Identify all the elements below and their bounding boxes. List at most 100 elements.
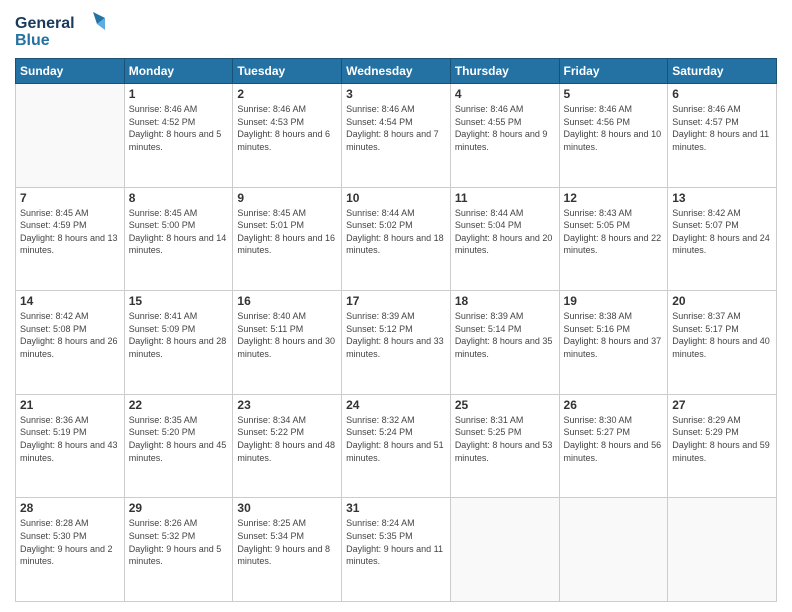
day-number: 30 xyxy=(237,501,337,515)
day-number: 10 xyxy=(346,191,446,205)
day-number: 28 xyxy=(20,501,120,515)
day-info: Sunrise: 8:38 AMSunset: 5:16 PMDaylight:… xyxy=(564,310,664,360)
calendar-cell: 19 Sunrise: 8:38 AMSunset: 5:16 PMDaylig… xyxy=(559,291,668,395)
day-number: 9 xyxy=(237,191,337,205)
calendar-cell: 18 Sunrise: 8:39 AMSunset: 5:14 PMDaylig… xyxy=(450,291,559,395)
calendar-cell: 22 Sunrise: 8:35 AMSunset: 5:20 PMDaylig… xyxy=(124,394,233,498)
calendar-cell: 29 Sunrise: 8:26 AMSunset: 5:32 PMDaylig… xyxy=(124,498,233,602)
header: General Blue xyxy=(15,10,777,50)
calendar-week-3: 14 Sunrise: 8:42 AMSunset: 5:08 PMDaylig… xyxy=(16,291,777,395)
calendar-cell: 4 Sunrise: 8:46 AMSunset: 4:55 PMDayligh… xyxy=(450,84,559,188)
calendar-week-1: 1 Sunrise: 8:46 AMSunset: 4:52 PMDayligh… xyxy=(16,84,777,188)
calendar-week-4: 21 Sunrise: 8:36 AMSunset: 5:19 PMDaylig… xyxy=(16,394,777,498)
day-info: Sunrise: 8:44 AMSunset: 5:04 PMDaylight:… xyxy=(455,207,555,257)
day-info: Sunrise: 8:46 AMSunset: 4:54 PMDaylight:… xyxy=(346,103,446,153)
day-number: 14 xyxy=(20,294,120,308)
page: General Blue Sunday Monday Tuesday Wedne… xyxy=(0,0,792,612)
day-info: Sunrise: 8:46 AMSunset: 4:56 PMDaylight:… xyxy=(564,103,664,153)
calendar-cell: 20 Sunrise: 8:37 AMSunset: 5:17 PMDaylig… xyxy=(668,291,777,395)
day-number: 8 xyxy=(129,191,229,205)
col-sunday: Sunday xyxy=(16,59,125,84)
calendar-cell xyxy=(559,498,668,602)
day-number: 18 xyxy=(455,294,555,308)
day-number: 5 xyxy=(564,87,664,101)
day-number: 22 xyxy=(129,398,229,412)
day-info: Sunrise: 8:32 AMSunset: 5:24 PMDaylight:… xyxy=(346,414,446,464)
day-number: 6 xyxy=(672,87,772,101)
day-number: 24 xyxy=(346,398,446,412)
day-info: Sunrise: 8:37 AMSunset: 5:17 PMDaylight:… xyxy=(672,310,772,360)
day-info: Sunrise: 8:24 AMSunset: 5:35 PMDaylight:… xyxy=(346,517,446,567)
calendar-cell: 9 Sunrise: 8:45 AMSunset: 5:01 PMDayligh… xyxy=(233,187,342,291)
day-number: 26 xyxy=(564,398,664,412)
logo-svg: General Blue xyxy=(15,10,105,50)
day-info: Sunrise: 8:45 AMSunset: 5:00 PMDaylight:… xyxy=(129,207,229,257)
day-number: 23 xyxy=(237,398,337,412)
day-number: 15 xyxy=(129,294,229,308)
calendar-cell: 26 Sunrise: 8:30 AMSunset: 5:27 PMDaylig… xyxy=(559,394,668,498)
day-info: Sunrise: 8:40 AMSunset: 5:11 PMDaylight:… xyxy=(237,310,337,360)
calendar-cell xyxy=(450,498,559,602)
day-number: 3 xyxy=(346,87,446,101)
calendar-cell: 11 Sunrise: 8:44 AMSunset: 5:04 PMDaylig… xyxy=(450,187,559,291)
day-number: 20 xyxy=(672,294,772,308)
calendar-cell: 3 Sunrise: 8:46 AMSunset: 4:54 PMDayligh… xyxy=(342,84,451,188)
col-monday: Monday xyxy=(124,59,233,84)
day-number: 4 xyxy=(455,87,555,101)
col-saturday: Saturday xyxy=(668,59,777,84)
calendar-cell: 25 Sunrise: 8:31 AMSunset: 5:25 PMDaylig… xyxy=(450,394,559,498)
day-info: Sunrise: 8:42 AMSunset: 5:08 PMDaylight:… xyxy=(20,310,120,360)
day-number: 7 xyxy=(20,191,120,205)
calendar-cell: 12 Sunrise: 8:43 AMSunset: 5:05 PMDaylig… xyxy=(559,187,668,291)
day-number: 21 xyxy=(20,398,120,412)
svg-text:General: General xyxy=(15,15,75,32)
svg-text:Blue: Blue xyxy=(15,32,50,49)
day-info: Sunrise: 8:36 AMSunset: 5:19 PMDaylight:… xyxy=(20,414,120,464)
calendar-cell: 6 Sunrise: 8:46 AMSunset: 4:57 PMDayligh… xyxy=(668,84,777,188)
calendar-cell: 31 Sunrise: 8:24 AMSunset: 5:35 PMDaylig… xyxy=(342,498,451,602)
day-number: 12 xyxy=(564,191,664,205)
day-info: Sunrise: 8:31 AMSunset: 5:25 PMDaylight:… xyxy=(455,414,555,464)
calendar-cell: 27 Sunrise: 8:29 AMSunset: 5:29 PMDaylig… xyxy=(668,394,777,498)
calendar-cell: 15 Sunrise: 8:41 AMSunset: 5:09 PMDaylig… xyxy=(124,291,233,395)
day-number: 2 xyxy=(237,87,337,101)
calendar-cell: 13 Sunrise: 8:42 AMSunset: 5:07 PMDaylig… xyxy=(668,187,777,291)
day-number: 27 xyxy=(672,398,772,412)
day-number: 16 xyxy=(237,294,337,308)
day-info: Sunrise: 8:45 AMSunset: 5:01 PMDaylight:… xyxy=(237,207,337,257)
day-number: 1 xyxy=(129,87,229,101)
day-info: Sunrise: 8:45 AMSunset: 4:59 PMDaylight:… xyxy=(20,207,120,257)
calendar-cell: 10 Sunrise: 8:44 AMSunset: 5:02 PMDaylig… xyxy=(342,187,451,291)
day-info: Sunrise: 8:29 AMSunset: 5:29 PMDaylight:… xyxy=(672,414,772,464)
day-info: Sunrise: 8:44 AMSunset: 5:02 PMDaylight:… xyxy=(346,207,446,257)
calendar-cell: 7 Sunrise: 8:45 AMSunset: 4:59 PMDayligh… xyxy=(16,187,125,291)
col-tuesday: Tuesday xyxy=(233,59,342,84)
day-info: Sunrise: 8:30 AMSunset: 5:27 PMDaylight:… xyxy=(564,414,664,464)
day-number: 31 xyxy=(346,501,446,515)
calendar-table: Sunday Monday Tuesday Wednesday Thursday… xyxy=(15,58,777,602)
day-info: Sunrise: 8:41 AMSunset: 5:09 PMDaylight:… xyxy=(129,310,229,360)
col-friday: Friday xyxy=(559,59,668,84)
calendar-cell: 21 Sunrise: 8:36 AMSunset: 5:19 PMDaylig… xyxy=(16,394,125,498)
day-info: Sunrise: 8:46 AMSunset: 4:57 PMDaylight:… xyxy=(672,103,772,153)
day-info: Sunrise: 8:25 AMSunset: 5:34 PMDaylight:… xyxy=(237,517,337,567)
calendar-header-row: Sunday Monday Tuesday Wednesday Thursday… xyxy=(16,59,777,84)
day-info: Sunrise: 8:34 AMSunset: 5:22 PMDaylight:… xyxy=(237,414,337,464)
col-wednesday: Wednesday xyxy=(342,59,451,84)
day-number: 29 xyxy=(129,501,229,515)
calendar-cell: 14 Sunrise: 8:42 AMSunset: 5:08 PMDaylig… xyxy=(16,291,125,395)
day-info: Sunrise: 8:46 AMSunset: 4:52 PMDaylight:… xyxy=(129,103,229,153)
day-info: Sunrise: 8:46 AMSunset: 4:53 PMDaylight:… xyxy=(237,103,337,153)
day-info: Sunrise: 8:39 AMSunset: 5:14 PMDaylight:… xyxy=(455,310,555,360)
calendar-cell: 5 Sunrise: 8:46 AMSunset: 4:56 PMDayligh… xyxy=(559,84,668,188)
calendar-cell xyxy=(668,498,777,602)
calendar-week-5: 28 Sunrise: 8:28 AMSunset: 5:30 PMDaylig… xyxy=(16,498,777,602)
day-number: 11 xyxy=(455,191,555,205)
day-number: 17 xyxy=(346,294,446,308)
day-info: Sunrise: 8:46 AMSunset: 4:55 PMDaylight:… xyxy=(455,103,555,153)
calendar-cell xyxy=(16,84,125,188)
day-info: Sunrise: 8:28 AMSunset: 5:30 PMDaylight:… xyxy=(20,517,120,567)
calendar-cell: 1 Sunrise: 8:46 AMSunset: 4:52 PMDayligh… xyxy=(124,84,233,188)
day-info: Sunrise: 8:26 AMSunset: 5:32 PMDaylight:… xyxy=(129,517,229,567)
calendar-cell: 16 Sunrise: 8:40 AMSunset: 5:11 PMDaylig… xyxy=(233,291,342,395)
